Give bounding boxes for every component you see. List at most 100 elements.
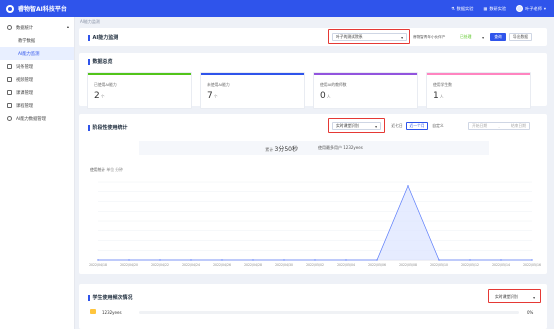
stat-number: 7 xyxy=(207,91,213,101)
highlight-box xyxy=(488,289,541,303)
x-tick-label: 2022/04/22 xyxy=(151,263,169,267)
sidebar-item-label: 词条管理 xyxy=(16,64,34,70)
usage-line-chart: 2022/04/18 2022/04/20 2022/04/22 2022/04/24… xyxy=(89,181,541,267)
stat-accent xyxy=(427,73,530,75)
chevron-down-icon: ▾ xyxy=(543,6,546,11)
data-point xyxy=(283,259,285,261)
user-name: 叶子老师 xyxy=(525,5,542,11)
highlight-box xyxy=(328,29,410,44)
stat-card: 使用学生数 1人 xyxy=(426,72,531,109)
stat-label: 未使用AI能力 xyxy=(207,82,230,87)
sidebar-item-ai-monitor[interactable]: AI能力监测 xyxy=(0,47,74,60)
x-tick-label: 2022/04/30 xyxy=(275,263,293,267)
stat-unit: 人 xyxy=(439,94,444,99)
app-logo[interactable]: 睿物智AI科技平台 xyxy=(6,4,67,13)
student-name: 1232yees xyxy=(102,310,122,315)
section-title: 阶段性使用统计 xyxy=(88,124,128,131)
section-title-text: 数据总览 xyxy=(92,59,113,65)
x-tick-label: 2022/04/20 xyxy=(120,263,138,267)
app-title: 睿物智AI科技平台 xyxy=(18,6,67,13)
section-title: 数据总览 xyxy=(88,58,113,65)
stat-unit: 人 xyxy=(326,94,331,99)
stat-value: 1人 xyxy=(433,91,444,101)
data-point xyxy=(314,259,316,261)
sidebar-item-terms[interactable]: 词条管理 xyxy=(0,60,74,73)
top-bar: 睿物智AI科技平台 ⚗ 数据实验 ▦ 数研实验 叶子老师 ▾ xyxy=(0,0,554,17)
sidebar-item-teaching-data[interactable]: 教学数据 xyxy=(0,34,74,47)
sidebar-item-ai-data[interactable]: AI能力数据管理 xyxy=(0,112,74,125)
custom-button[interactable]: 自定义 xyxy=(429,122,447,130)
sidebar-item-label: 数据统计 xyxy=(16,25,34,31)
nav-data-experiment[interactable]: ⚗ 数据实验 xyxy=(451,6,474,12)
month-button[interactable]: 近一个月 xyxy=(406,122,428,130)
video-icon xyxy=(7,77,12,82)
range-separator: - xyxy=(498,123,500,129)
sidebar-item-label: 课程管理 xyxy=(16,103,34,109)
section-title-text: 学生使用频次情况 xyxy=(92,295,133,301)
data-point xyxy=(221,259,223,261)
x-tick-label: 2022/04/28 xyxy=(244,263,262,267)
highlight-box xyxy=(328,118,385,133)
data-point xyxy=(190,259,192,261)
x-tick-label: 2022/04/26 xyxy=(213,263,231,267)
stat-card: 使用AI的教师数 0人 xyxy=(313,72,418,109)
x-tick-label: 2022/04/18 xyxy=(89,263,107,267)
summary-bar: 累计 3分50秒 使用最多用户 1232yees xyxy=(139,141,489,155)
stat-value: 2个 xyxy=(94,91,105,101)
person-icon xyxy=(7,64,12,69)
stat-number: 1 xyxy=(433,91,439,101)
section-title: AI能力监测 xyxy=(88,34,118,41)
book-icon xyxy=(7,90,12,95)
chevron-down-icon: ▾ xyxy=(482,34,484,40)
stat-accent xyxy=(314,73,417,75)
sidebar-item-label: AI能力数据管理 xyxy=(16,116,46,122)
student-frequency-card: 学生使用频次情况 实时课堂识别 ▾ 1232yees 0% xyxy=(79,284,547,329)
date-range-picker[interactable]: 开始日期 - 结束日期 xyxy=(468,122,530,130)
end-date: 结束日期 xyxy=(510,123,526,128)
data-point xyxy=(407,185,409,187)
stat-value: 0人 xyxy=(320,91,331,101)
title-bar xyxy=(88,58,90,65)
export-button[interactable]: 导出数据 xyxy=(509,33,532,41)
x-tick-label: 2022/04/24 xyxy=(182,263,200,267)
usage-progress-bar xyxy=(139,311,519,314)
sidebar-item-video[interactable]: 视频管理 xyxy=(0,73,74,86)
sidebar-item-data-stats[interactable]: 数据统计 ▴ xyxy=(0,21,74,34)
stat-accent xyxy=(88,73,191,75)
user-menu[interactable]: 叶子老师 ▾ xyxy=(516,5,546,12)
section-title: 学生使用频次情况 xyxy=(88,294,133,301)
title-bar xyxy=(88,294,90,301)
stat-label: 使用学生数 xyxy=(433,82,452,87)
stat-card: 未使用AI能力 7个 xyxy=(200,72,305,109)
chevron-up-icon: ▴ xyxy=(66,25,69,30)
nav-label: 数研实验 xyxy=(489,5,507,11)
nav-label: 数据实验 xyxy=(456,5,474,11)
stat-label: 已使用AI能力 xyxy=(94,82,117,87)
seven-day-button[interactable]: 近七日 xyxy=(389,122,405,130)
query-button[interactable]: 查询 xyxy=(490,33,506,41)
x-tick-label: 2022/05/12 xyxy=(461,263,479,267)
stat-label: 使用AI的教师数 xyxy=(320,82,347,87)
data-point xyxy=(97,259,99,261)
sidebar-item-lessons[interactable]: 课课管理 xyxy=(0,86,74,99)
stat-unit: 个 xyxy=(213,94,218,99)
start-date: 开始日期 xyxy=(472,123,488,128)
data-point xyxy=(531,259,533,261)
data-point xyxy=(128,259,130,261)
stat-number: 0 xyxy=(320,91,326,101)
sidebar-item-label: 视频管理 xyxy=(16,77,34,83)
nav-research[interactable]: ▦ 数研实验 xyxy=(483,6,506,12)
section-title-text: AI能力监测 xyxy=(92,35,119,41)
x-tick-label: 2022/05/16 xyxy=(523,263,541,267)
x-tick-label: 2022/05/04 xyxy=(337,263,355,267)
document-icon xyxy=(7,103,12,108)
section-title-text: 阶段性使用统计 xyxy=(92,125,128,131)
series-line xyxy=(98,184,532,261)
x-tick-label: 2022/05/02 xyxy=(306,263,324,267)
status-select[interactable]: 已处理 ▾ xyxy=(457,33,487,41)
x-tick-label: 2022/05/14 xyxy=(492,263,510,267)
data-point xyxy=(376,259,378,261)
progress-percent: 0% xyxy=(527,310,534,315)
sidebar-item-courses[interactable]: 课程管理 xyxy=(0,99,74,112)
logo-icon xyxy=(6,4,14,13)
